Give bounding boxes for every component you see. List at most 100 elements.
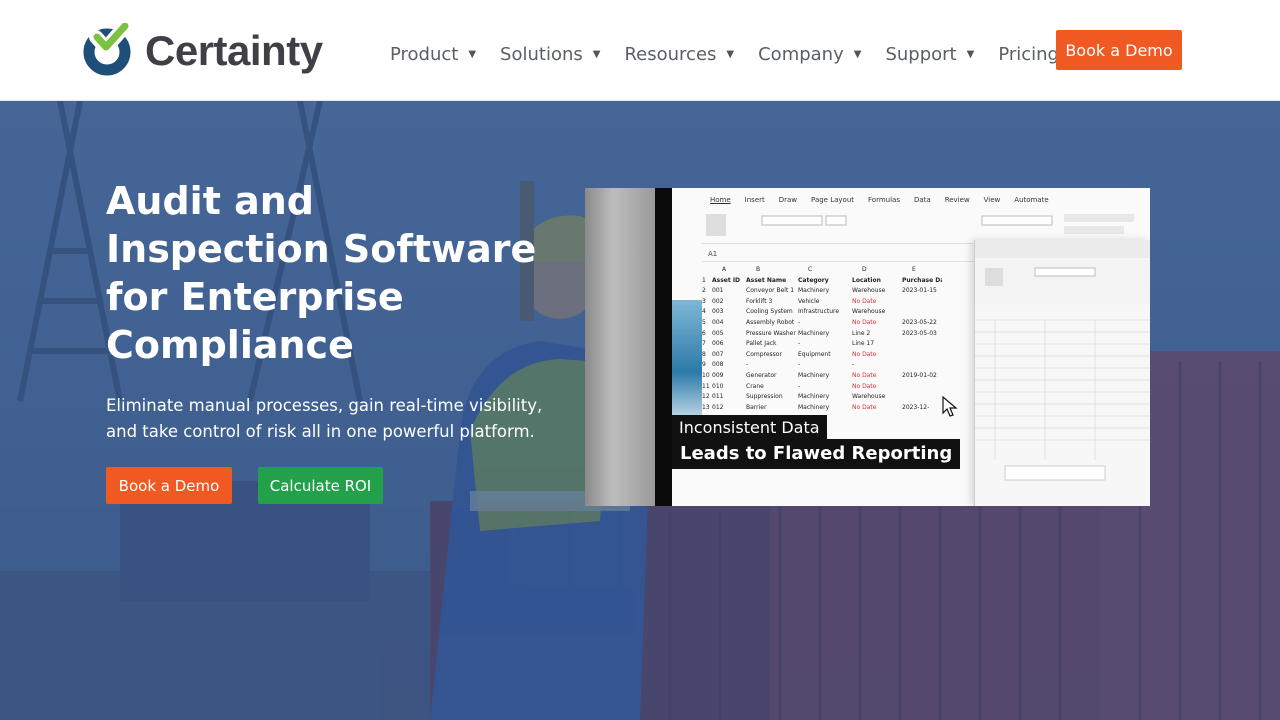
header-cell: Category bbox=[798, 276, 829, 284]
table-cell: Warehouse bbox=[852, 393, 886, 401]
column-letter: D bbox=[862, 266, 867, 273]
logo-wordmark: Certainty bbox=[145, 27, 323, 74]
table-cell: 003 bbox=[712, 308, 724, 316]
header-cell: Asset ID bbox=[712, 276, 741, 284]
table-cell: Cooling System bbox=[746, 308, 793, 316]
table-cell: 011 bbox=[712, 393, 724, 401]
caret-down-icon: ▼ bbox=[726, 48, 735, 60]
table-cell: Machinery bbox=[798, 403, 830, 411]
row-number: 4 bbox=[702, 308, 706, 316]
row-number: 7 bbox=[702, 340, 706, 348]
table-cell: - bbox=[746, 361, 749, 369]
hero-subtitle: Eliminate manual processes, gain real-ti… bbox=[106, 396, 543, 441]
table-cell: No Date bbox=[852, 403, 877, 411]
column-letter: B bbox=[756, 266, 761, 273]
table-cell: 2019-01-02 bbox=[902, 372, 937, 379]
nav-item-label: Pricing bbox=[998, 43, 1059, 65]
column-letter: C bbox=[808, 266, 813, 273]
calculate-roi-button[interactable]: Calculate ROI bbox=[258, 467, 383, 504]
ribbon-tab: Home bbox=[710, 196, 731, 204]
table-cell: Machinery bbox=[798, 287, 830, 295]
nav-item-solutions[interactable]: Solutions ▼ bbox=[500, 44, 600, 65]
table-cell: - bbox=[852, 361, 855, 369]
caret-down-icon: ▼ bbox=[966, 48, 975, 60]
table-cell: Infrastructure bbox=[798, 308, 840, 316]
header-cell: Location bbox=[852, 276, 881, 284]
nav-item-label: Resources bbox=[624, 43, 717, 65]
table-cell: Vehicle bbox=[798, 297, 820, 305]
row-number: 3 bbox=[702, 297, 706, 305]
table-cell: 002 bbox=[712, 297, 724, 305]
ribbon-tab: Review bbox=[944, 196, 970, 204]
table-cell: Warehouse bbox=[852, 308, 886, 316]
table-cell: Generator bbox=[746, 372, 777, 379]
hero-section: Audit and Inspection Software for Enterp… bbox=[0, 101, 1280, 720]
caret-down-icon: ▼ bbox=[853, 48, 862, 60]
second-sheet-preview bbox=[975, 240, 1150, 481]
header-cell: Asset Name bbox=[746, 276, 787, 284]
nav-item-product[interactable]: Product ▼ bbox=[390, 44, 476, 65]
table-cell: 012 bbox=[712, 403, 724, 411]
nav-item-support[interactable]: Support ▼ bbox=[885, 44, 974, 65]
video-frame-edge bbox=[585, 188, 655, 506]
hero-book-demo-button[interactable]: Book a Demo bbox=[106, 467, 232, 504]
cell-reference: A1 bbox=[708, 250, 718, 258]
nav-item-resources[interactable]: Resources ▼ bbox=[624, 44, 734, 65]
table-cell: No Date bbox=[852, 382, 877, 390]
hero-title: Audit and Inspection Software for Enterp… bbox=[106, 179, 537, 367]
ribbon-toolbar bbox=[702, 208, 1142, 244]
row-number: 8 bbox=[702, 350, 706, 358]
table-cell: Warehouse bbox=[852, 287, 886, 295]
table-cell: Pressure Washer bbox=[746, 329, 796, 337]
ribbon-tab: Data bbox=[913, 196, 931, 204]
table-cell: Machinery bbox=[798, 393, 830, 401]
table-cell: 2023-05-03 bbox=[902, 329, 937, 337]
table-cell: Line 17 bbox=[852, 340, 875, 348]
logo-check-icon bbox=[82, 18, 136, 77]
site-header: Certainty Product ▼ Solutions ▼ Resource… bbox=[0, 0, 1280, 101]
row-number: 11 bbox=[702, 382, 710, 390]
video-frame-divider bbox=[655, 188, 672, 506]
table-cell: 008 bbox=[712, 361, 724, 369]
row-number: 12 bbox=[702, 393, 710, 401]
certainty-logo[interactable]: Certainty bbox=[82, 18, 323, 78]
caret-down-icon: ▼ bbox=[468, 48, 477, 60]
main-nav: Product ▼ Solutions ▼ Resources ▼ Compan… bbox=[390, 40, 1059, 68]
table-cell: Suppression bbox=[746, 393, 783, 401]
nav-item-label: Product bbox=[390, 43, 459, 65]
table-cell: Forklift 3 bbox=[746, 297, 773, 305]
table-cell: No Date bbox=[852, 372, 877, 379]
column-letter: A bbox=[722, 266, 727, 273]
nav-item-label: Support bbox=[885, 43, 957, 65]
table-cell: Machinery bbox=[798, 329, 830, 337]
background-photo-sliver bbox=[672, 300, 702, 420]
table-cell: - bbox=[798, 340, 801, 348]
table-cell: Crane bbox=[746, 382, 764, 390]
nav-item-label: Company bbox=[758, 43, 844, 65]
nav-item-company[interactable]: Company ▼ bbox=[758, 44, 861, 65]
ribbon-tabs: Home Insert Draw Page Layout Formulas Da… bbox=[710, 196, 1049, 204]
table-cell: - bbox=[798, 361, 801, 369]
hero-video[interactable]: Home Insert Draw Page Layout Formulas Da… bbox=[585, 188, 1150, 506]
table-cell: No Date bbox=[852, 297, 877, 305]
second-spreadsheet-window bbox=[974, 240, 1150, 506]
table-cell: 010 bbox=[712, 382, 724, 390]
row-number: 1 bbox=[702, 276, 706, 284]
ribbon-tab: View bbox=[983, 196, 1001, 204]
row-number: 9 bbox=[702, 361, 706, 369]
table-cell: 001 bbox=[712, 287, 724, 295]
nav-item-pricing[interactable]: Pricing bbox=[998, 44, 1059, 65]
table-cell: 004 bbox=[712, 319, 724, 326]
table-cell: - bbox=[798, 319, 801, 326]
row-number: 10 bbox=[702, 372, 710, 379]
table-cell: Compressor bbox=[746, 350, 782, 358]
row-number: 13 bbox=[702, 403, 710, 411]
row-number: 6 bbox=[702, 329, 706, 337]
table-cell: 005 bbox=[712, 329, 724, 337]
row-number: 5 bbox=[702, 319, 706, 326]
header-book-demo-button[interactable]: Book a Demo bbox=[1056, 30, 1182, 70]
table-cell: Line 2 bbox=[852, 329, 871, 337]
table-cell: 2023-01-15 bbox=[902, 287, 937, 295]
table-cell: 006 bbox=[712, 340, 724, 348]
table-cell: No Date bbox=[852, 319, 877, 326]
